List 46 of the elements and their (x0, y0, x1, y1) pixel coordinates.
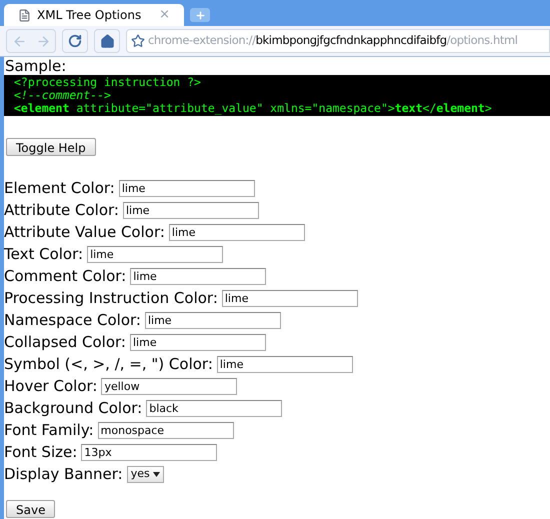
field-label: Element Color: (4, 178, 115, 199)
field-label: Namespace Color: (4, 310, 141, 331)
field-label: Attribute Color: (4, 200, 119, 221)
field-label: Attribute Value Color: (4, 222, 165, 243)
browser-tab[interactable]: XML Tree Options × (4, 4, 184, 26)
text-field[interactable]: lime (87, 246, 224, 262)
dropdown-arrow-icon (152, 472, 160, 476)
text-field[interactable]: lime (130, 268, 266, 284)
reload-icon (68, 34, 82, 48)
text-field[interactable]: monospace (98, 422, 234, 438)
text-field[interactable]: lime (222, 290, 358, 306)
text-field[interactable]: yellow (101, 378, 238, 394)
reload-button[interactable] (62, 29, 88, 53)
bookmark-star-icon[interactable] (131, 34, 145, 48)
plus-icon (194, 10, 206, 20)
sample-code: <?processing instruction ?> <!--comment--> <element attribute="attribute_value" xmlns="namespace">text</element> (4, 75, 550, 116)
text-field[interactable]: lime (122, 202, 259, 218)
text-field[interactable]: lime (118, 180, 255, 196)
text-field[interactable]: lime (216, 356, 353, 372)
save-button[interactable]: Save (6, 500, 56, 518)
text-field[interactable]: lime (144, 312, 281, 328)
field-label: Symbol (<, >, /, =, ") Color: (4, 354, 213, 375)
field-label: Text Color: (4, 244, 84, 265)
text-field[interactable]: lime (130, 334, 266, 350)
banner-select[interactable]: yes (126, 466, 164, 482)
home-icon (100, 34, 114, 48)
field-label: Font Size: (4, 442, 78, 463)
url-text: chrome-extension://bkimbpongjfgcfndnkapphncdifaibfg/options.html (148, 32, 518, 50)
field-label: Processing Instruction Color: (4, 288, 218, 309)
tab-title: XML Tree Options (37, 7, 142, 24)
field-label: Display Banner: (4, 464, 123, 485)
new-tab-button[interactable] (190, 8, 210, 22)
field-label: Collapsed Color: (4, 332, 126, 353)
page-icon (18, 8, 31, 22)
text-field[interactable]: 13px (81, 444, 218, 460)
forward-arrow-icon (36, 34, 50, 48)
field-label: Comment Color: (4, 266, 126, 287)
sample-label: Sample: (4, 57, 68, 75)
address-bar[interactable]: chrome-extension://bkimbpongjfgcfndnkapphncdifaibfg/options.html (126, 29, 550, 53)
text-field[interactable]: lime (168, 224, 305, 240)
home-button[interactable] (94, 29, 120, 53)
field-label: Background Color: (4, 398, 142, 419)
field-label: Font Family: (4, 420, 94, 441)
field-label: Hover Color: (4, 376, 98, 397)
text-field[interactable]: black (146, 400, 282, 416)
toggle-help-button[interactable]: Toggle Help (6, 138, 96, 156)
